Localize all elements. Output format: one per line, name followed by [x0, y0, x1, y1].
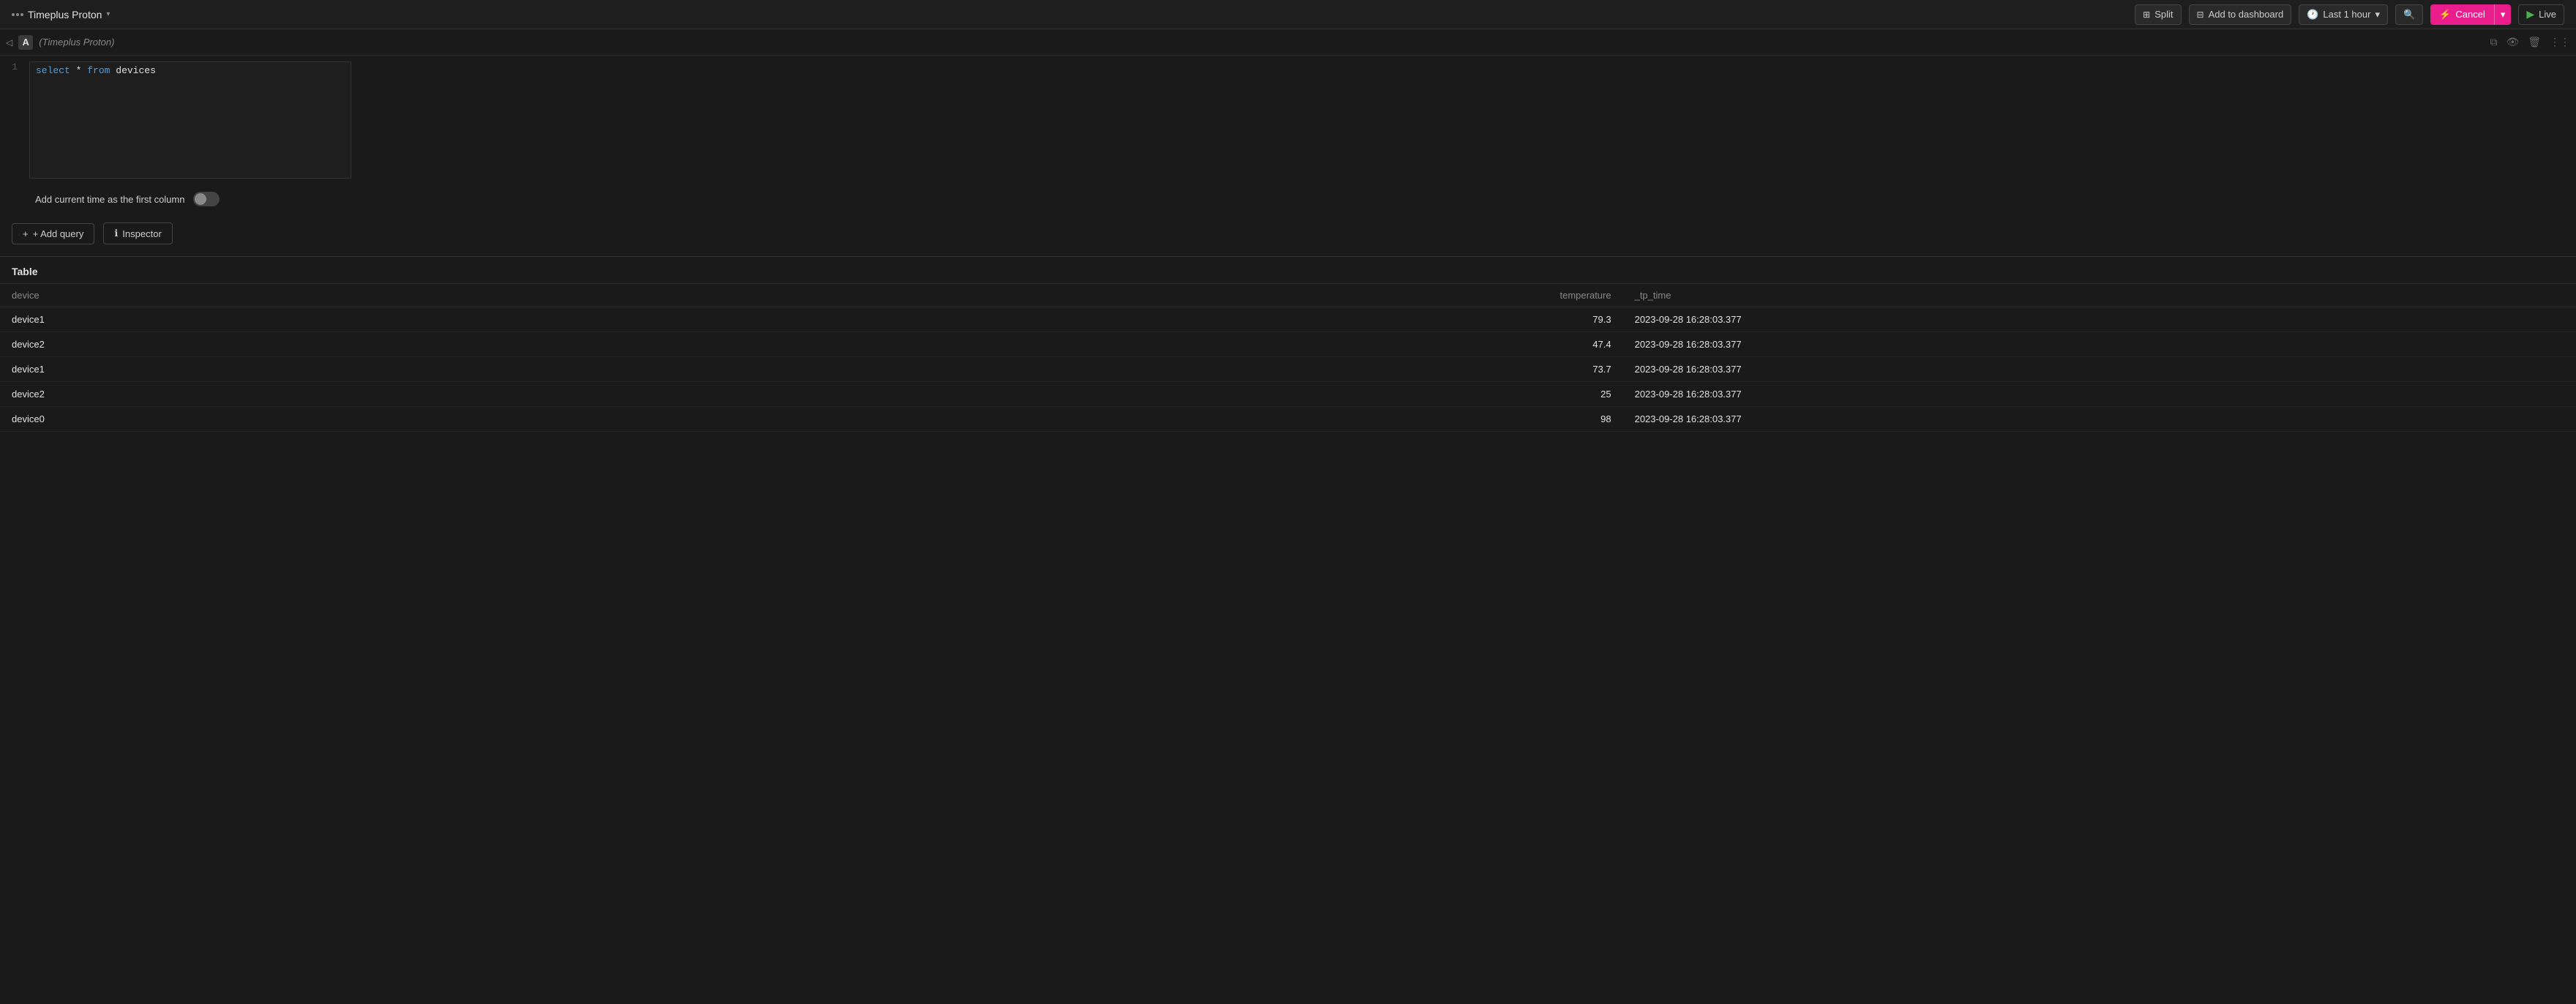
info-icon: ℹ: [114, 228, 118, 239]
table-header: device temperature _tp_time: [0, 284, 2576, 307]
nav-left: Timeplus Proton ▾: [12, 9, 110, 20]
table-row: device0 98 2023-09-28 16:28:03.377: [0, 407, 2576, 432]
code-line-1: 1 select * from devices: [0, 61, 2576, 179]
app-name: Timeplus Proton: [28, 9, 102, 20]
clock-icon: 🕐: [2307, 9, 2318, 20]
cancel-icon: ⚡: [2439, 9, 2451, 20]
live-label: Live: [2539, 9, 2556, 20]
add-query-label: + Add query: [33, 228, 84, 239]
sql-select: select: [36, 65, 70, 76]
app-logo[interactable]: Timeplus Proton ▾: [12, 9, 110, 20]
editor-area: ◁ A (Timeplus Proton) ⧉ 👁 🗑 ⋮⋮ 1 select …: [0, 29, 2576, 257]
tab-left: ◁ A (Timeplus Proton): [6, 35, 114, 50]
cell-tp-time: 2023-09-28 16:28:03.377: [1623, 382, 2576, 407]
collapse-icon[interactable]: ◁: [6, 37, 12, 48]
view-icon[interactable]: 👁: [2506, 36, 2519, 48]
table-row: device1 73.7 2023-09-28 16:28:03.377: [0, 357, 2576, 382]
table-body: device1 79.3 2023-09-28 16:28:03.377 dev…: [0, 307, 2576, 432]
more-options-icon[interactable]: ⋮⋮: [2550, 36, 2570, 48]
table-row: device2 25 2023-09-28 16:28:03.377: [0, 382, 2576, 407]
cell-tp-time: 2023-09-28 16:28:03.377: [1623, 307, 2576, 332]
toggle-switch[interactable]: [193, 192, 220, 206]
column-header-tp-time: _tp_time: [1623, 284, 2576, 307]
live-button[interactable]: ▶ Live: [2518, 4, 2564, 25]
code-editor[interactable]: select * from devices: [29, 61, 351, 179]
inspector-label: Inspector: [122, 228, 161, 239]
search-button[interactable]: 🔍: [2395, 4, 2423, 25]
table-row: device1 79.3 2023-09-28 16:28:03.377: [0, 307, 2576, 332]
header-row: device temperature _tp_time: [0, 284, 2576, 307]
cell-tp-time: 2023-09-28 16:28:03.377: [1623, 407, 2576, 432]
column-header-temperature: temperature: [979, 284, 1623, 307]
cancel-arrow[interactable]: ▾: [2495, 6, 2512, 23]
copy-icon[interactable]: ⧉: [2490, 36, 2497, 48]
cancel-button[interactable]: ⚡ Cancel ▾: [2430, 4, 2511, 25]
inspector-button[interactable]: ℹ Inspector: [103, 222, 172, 244]
cell-temperature: 73.7: [979, 357, 1623, 382]
cell-temperature: 98: [979, 407, 1623, 432]
cell-device: device0: [0, 407, 979, 432]
cell-device: device2: [0, 382, 979, 407]
chevron-down-icon: ▾: [106, 10, 110, 18]
toggle-label: Add current time as the first column: [35, 194, 184, 205]
table-title: Table: [0, 257, 2576, 284]
cell-device: device2: [0, 332, 979, 357]
tab-right: ⧉ 👁 🗑 ⋮⋮: [2490, 36, 2570, 48]
column-header-device: device: [0, 284, 979, 307]
tab-label[interactable]: A: [18, 35, 33, 50]
time-label: Last 1 hour: [2323, 9, 2370, 20]
bottom-buttons: + + Add query ℹ Inspector: [0, 214, 2576, 256]
toggle-area: Add current time as the first column: [0, 184, 2576, 214]
table-section: Table device temperature _tp_time device…: [0, 257, 2576, 432]
top-navigation: Timeplus Proton ▾ ⊞ Split ⊟ Add to dashb…: [0, 0, 2576, 29]
add-to-dashboard-button[interactable]: ⊟ Add to dashboard: [2189, 4, 2292, 25]
split-icon: ⊞: [2143, 10, 2150, 20]
split-label: Split: [2154, 9, 2173, 20]
time-range-button[interactable]: 🕐 Last 1 hour ▾: [2299, 4, 2388, 25]
tab-filename: (Timeplus Proton): [39, 37, 114, 48]
logo-icon: [12, 13, 23, 16]
sql-table: devices: [116, 65, 156, 76]
add-dashboard-label: Add to dashboard: [2209, 9, 2284, 20]
cell-tp-time: 2023-09-28 16:28:03.377: [1623, 332, 2576, 357]
trash-icon[interactable]: 🗑: [2528, 36, 2541, 48]
nav-right: ⊞ Split ⊟ Add to dashboard 🕐 Last 1 hour…: [2135, 4, 2564, 25]
sql-star: *: [76, 65, 88, 76]
search-icon: 🔍: [2403, 9, 2415, 20]
cancel-label: Cancel: [2455, 9, 2485, 20]
editor-tab-bar: ◁ A (Timeplus Proton) ⧉ 👁 🗑 ⋮⋮: [0, 29, 2576, 56]
plus-icon: +: [23, 228, 29, 239]
add-query-button[interactable]: + + Add query: [12, 223, 94, 244]
cell-temperature: 47.4: [979, 332, 1623, 357]
cell-tp-time: 2023-09-28 16:28:03.377: [1623, 357, 2576, 382]
cell-device: device1: [0, 357, 979, 382]
cancel-main: ⚡ Cancel: [2430, 6, 2494, 23]
time-chevron-icon: ▾: [2375, 9, 2380, 20]
cell-temperature: 79.3: [979, 307, 1623, 332]
cell-temperature: 25: [979, 382, 1623, 407]
dashboard-icon: ⊟: [2197, 10, 2204, 20]
results-table: device temperature _tp_time device1 79.3…: [0, 284, 2576, 432]
table-row: device2 47.4 2023-09-28 16:28:03.377: [0, 332, 2576, 357]
cell-device: device1: [0, 307, 979, 332]
code-editor-wrapper: 1 select * from devices: [0, 56, 2576, 184]
sql-from: from: [87, 65, 110, 76]
split-button[interactable]: ⊞ Split: [2135, 4, 2181, 25]
line-number-1: 1: [6, 61, 29, 72]
live-icon: ▶: [2526, 8, 2534, 20]
